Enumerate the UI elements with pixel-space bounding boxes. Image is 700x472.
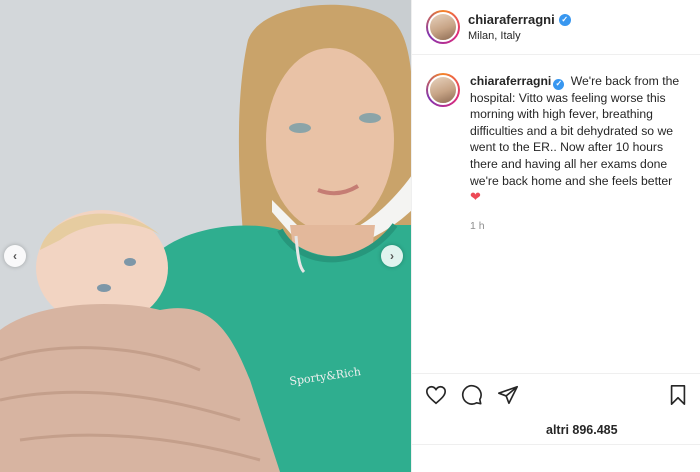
caption-text-block: chiaraferragni ✓ We're back from the hosp… bbox=[470, 73, 686, 206]
avatar[interactable] bbox=[426, 10, 460, 44]
caption-text: We're back from the hospital: Vitto was … bbox=[470, 74, 680, 188]
action-bar bbox=[412, 373, 700, 416]
verified-badge-icon: ✓ bbox=[558, 13, 571, 26]
add-comment-area bbox=[412, 444, 700, 472]
post-time[interactable]: 1 h bbox=[470, 220, 700, 232]
post-photo: Sporty&Rich ‹ › bbox=[0, 0, 412, 472]
save-button[interactable] bbox=[666, 383, 690, 407]
carousel-prev-button[interactable]: ‹ bbox=[4, 245, 26, 267]
comment-icon bbox=[461, 384, 482, 405]
caption-avatar[interactable] bbox=[426, 73, 460, 107]
post-header: chiaraferragni ✓ Milan, Italy bbox=[412, 0, 700, 55]
paper-plane-icon bbox=[498, 385, 518, 405]
carousel-next-button[interactable]: › bbox=[381, 245, 403, 267]
bookmark-icon bbox=[670, 385, 686, 405]
caption-username[interactable]: chiaraferragni bbox=[470, 74, 551, 88]
caption-comment: chiaraferragni ✓ We're back from the hosp… bbox=[412, 55, 700, 206]
heart-emoji: ❤ bbox=[470, 189, 481, 205]
like-button[interactable] bbox=[424, 383, 448, 407]
share-button[interactable] bbox=[496, 383, 520, 407]
likes-count[interactable]: altri 896.485 bbox=[546, 423, 618, 437]
header-username[interactable]: chiaraferragni bbox=[468, 12, 555, 27]
post-location[interactable]: Milan, Italy bbox=[468, 30, 571, 42]
comment-button[interactable] bbox=[460, 383, 484, 407]
chevron-right-icon: › bbox=[390, 249, 394, 263]
chevron-left-icon: ‹ bbox=[13, 249, 17, 263]
post-side-panel: chiaraferragni ✓ Milan, Italy chiaraferr… bbox=[412, 0, 700, 472]
photo-illustration: Sporty&Rich bbox=[0, 0, 412, 472]
verified-badge-icon: ✓ bbox=[553, 78, 565, 90]
heart-outline-icon bbox=[426, 385, 446, 405]
comment-input[interactable] bbox=[426, 449, 686, 461]
